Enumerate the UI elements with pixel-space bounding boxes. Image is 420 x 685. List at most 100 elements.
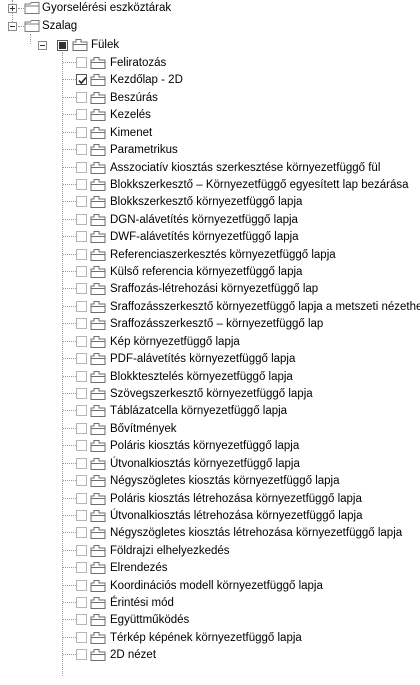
- tab-icon: [90, 353, 106, 365]
- tab-checkbox[interactable]: [76, 580, 87, 591]
- tree-line: [63, 254, 76, 255]
- tab-item-label[interactable]: DGN-alávetítés környezetfüggő lapja: [110, 213, 298, 228]
- tab-item-label[interactable]: Földrajzi elhelyezkedés: [110, 544, 230, 559]
- expand-quick-toolbars-button[interactable]: [8, 4, 17, 13]
- tree-line: [63, 201, 76, 202]
- tab-checkbox[interactable]: [76, 510, 87, 521]
- tab-item-label[interactable]: Külső referencia környezetfüggő lapja: [110, 265, 302, 280]
- tree-line: [63, 149, 76, 150]
- tree-line: [63, 114, 76, 115]
- tab-item-label[interactable]: Kezdőlap - 2D: [110, 73, 183, 88]
- tab-item-label[interactable]: Kezelés: [110, 108, 151, 123]
- tree-line: [63, 410, 76, 411]
- collapse-tabs-button[interactable]: [38, 41, 47, 50]
- tree-line: [30, 34, 31, 44]
- tab-icon: [90, 440, 106, 452]
- tab-checkbox[interactable]: [76, 440, 87, 451]
- tab-icon: [90, 231, 106, 243]
- tab-item-label[interactable]: Érintési mód: [110, 596, 174, 611]
- tab-item-label[interactable]: Térkép képének környezetfüggő lapja: [110, 631, 302, 646]
- tab-item-label[interactable]: Együttműködés: [110, 613, 189, 628]
- tab-item-label[interactable]: Útvonalkiosztás környezetfüggő lapja: [110, 457, 300, 472]
- tab-icon: [90, 632, 106, 644]
- tab-item-label[interactable]: DWF-alávetítés környezetfüggő lapja: [110, 230, 299, 245]
- tab-checkbox[interactable]: [76, 475, 87, 486]
- tab-checkbox[interactable]: [76, 614, 87, 625]
- tree-node-tabs[interactable]: Fülek: [91, 38, 119, 53]
- tab-item-label[interactable]: Koordinációs modell környezetfüggő lapja: [110, 579, 323, 594]
- tab-checkbox[interactable]: [76, 649, 87, 660]
- tab-item-label[interactable]: Asszociatív kiosztás szerkesztése környe…: [110, 161, 380, 176]
- tree-line: [63, 619, 76, 620]
- tab-item-label[interactable]: Referenciaszerkesztés környezetfüggő lap…: [110, 248, 336, 263]
- tab-checkbox[interactable]: [76, 74, 87, 85]
- tab-item-label[interactable]: Sraffozásszerkesztő környezetfüggő lapja…: [110, 300, 420, 315]
- tree-line: [63, 532, 76, 533]
- tab-item-label[interactable]: Útvonalkiosztás létrehozása környezetfüg…: [110, 509, 363, 524]
- tab-icon: [90, 74, 106, 86]
- tab-checkbox[interactable]: [76, 57, 87, 68]
- tab-checkbox[interactable]: [76, 109, 87, 120]
- tree-line: [63, 654, 76, 655]
- tab-checkbox[interactable]: [76, 92, 87, 103]
- tree-node-quick-toolbars[interactable]: Gyorselérési eszköztárak: [42, 1, 171, 16]
- tab-checkbox[interactable]: [76, 527, 87, 538]
- tab-item-label[interactable]: PDF-alávetítés környezetfüggő lapja: [110, 352, 295, 367]
- tab-checkbox[interactable]: [76, 249, 87, 260]
- tab-icon: [90, 614, 106, 626]
- ribbon-tree: Gyorselérési eszköztárak Szalag Fülek Fe…: [0, 0, 420, 685]
- tab-checkbox[interactable]: [76, 405, 87, 416]
- tab-item-label[interactable]: Feliratozás: [110, 56, 166, 71]
- tree-line: [63, 97, 76, 98]
- collapse-ribbon-button[interactable]: [8, 22, 17, 31]
- tab-checkbox[interactable]: [76, 318, 87, 329]
- tab-item-label[interactable]: Bővítmények: [110, 422, 176, 437]
- tab-checkbox[interactable]: [76, 545, 87, 556]
- tab-item-label[interactable]: Parametrikus: [110, 143, 178, 158]
- tab-checkbox[interactable]: [76, 144, 87, 155]
- tab-item-label[interactable]: Beszúrás: [110, 91, 158, 106]
- tab-checkbox[interactable]: [76, 214, 87, 225]
- tab-checkbox[interactable]: [76, 301, 87, 312]
- tab-checkbox[interactable]: [76, 371, 87, 382]
- tab-checkbox[interactable]: [76, 353, 87, 364]
- tree-node-ribbon[interactable]: Szalag: [42, 19, 77, 34]
- tab-item-label[interactable]: Négyszögletes kiosztás létrehozása körny…: [110, 526, 402, 541]
- tab-checkbox[interactable]: [76, 179, 87, 190]
- tab-item-label[interactable]: Sraffozásszerkesztő – környezetfüggő lap: [110, 317, 323, 332]
- tab-item-label[interactable]: Poláris kiosztás környezetfüggő lapja: [110, 439, 299, 454]
- tab-checkbox[interactable]: [76, 162, 87, 173]
- tab-item-label[interactable]: Sraffozás-létrehozási környezetfüggő lap: [110, 282, 318, 297]
- tab-checkbox[interactable]: [76, 266, 87, 277]
- tab-checkbox[interactable]: [76, 562, 87, 573]
- tab-item-label[interactable]: Kimenet: [110, 126, 152, 141]
- tab-checkbox[interactable]: [76, 388, 87, 399]
- tab-item-label[interactable]: Elrendezés: [110, 561, 168, 576]
- tab-item-label[interactable]: Blokkszerkesztő – Környezetfüggő egyesít…: [110, 178, 409, 193]
- tab-item-label[interactable]: Négyszögletes kiosztás környezetfüggő la…: [110, 474, 340, 489]
- tab-item-label[interactable]: Blokkszerkesztő környezetfüggő lapja: [110, 195, 302, 210]
- tabs-checkbox[interactable]: [57, 40, 68, 51]
- tab-item-label[interactable]: Poláris kiosztás létrehozása környezetfü…: [110, 492, 362, 507]
- tab-checkbox[interactable]: [76, 632, 87, 643]
- tab-icon: [90, 336, 106, 348]
- tab-icon: [90, 527, 106, 539]
- tab-item-label[interactable]: Táblázatcella környezetfüggő lapja: [110, 404, 287, 419]
- tab-checkbox[interactable]: [76, 283, 87, 294]
- tab-checkbox[interactable]: [76, 196, 87, 207]
- tab-checkbox[interactable]: [76, 231, 87, 242]
- tab-checkbox[interactable]: [76, 336, 87, 347]
- tab-item-label[interactable]: Blokktesztelés környezetfüggő lapja: [110, 370, 293, 385]
- tab-checkbox[interactable]: [76, 597, 87, 608]
- tab-checkbox[interactable]: [76, 127, 87, 138]
- tab-icon: [90, 562, 106, 574]
- tab-checkbox[interactable]: [76, 493, 87, 504]
- tabs-folder-icon: [72, 39, 88, 51]
- tab-checkbox[interactable]: [76, 423, 87, 434]
- tab-icon: [90, 423, 106, 435]
- tab-item-label[interactable]: Kép környezetfüggő lapja: [110, 335, 240, 350]
- tab-icon: [90, 57, 106, 69]
- tab-item-label[interactable]: Szövegszerkesztő környezetfüggő lapja: [110, 387, 313, 402]
- tab-item-label[interactable]: 2D nézet: [110, 648, 156, 663]
- tab-checkbox[interactable]: [76, 458, 87, 469]
